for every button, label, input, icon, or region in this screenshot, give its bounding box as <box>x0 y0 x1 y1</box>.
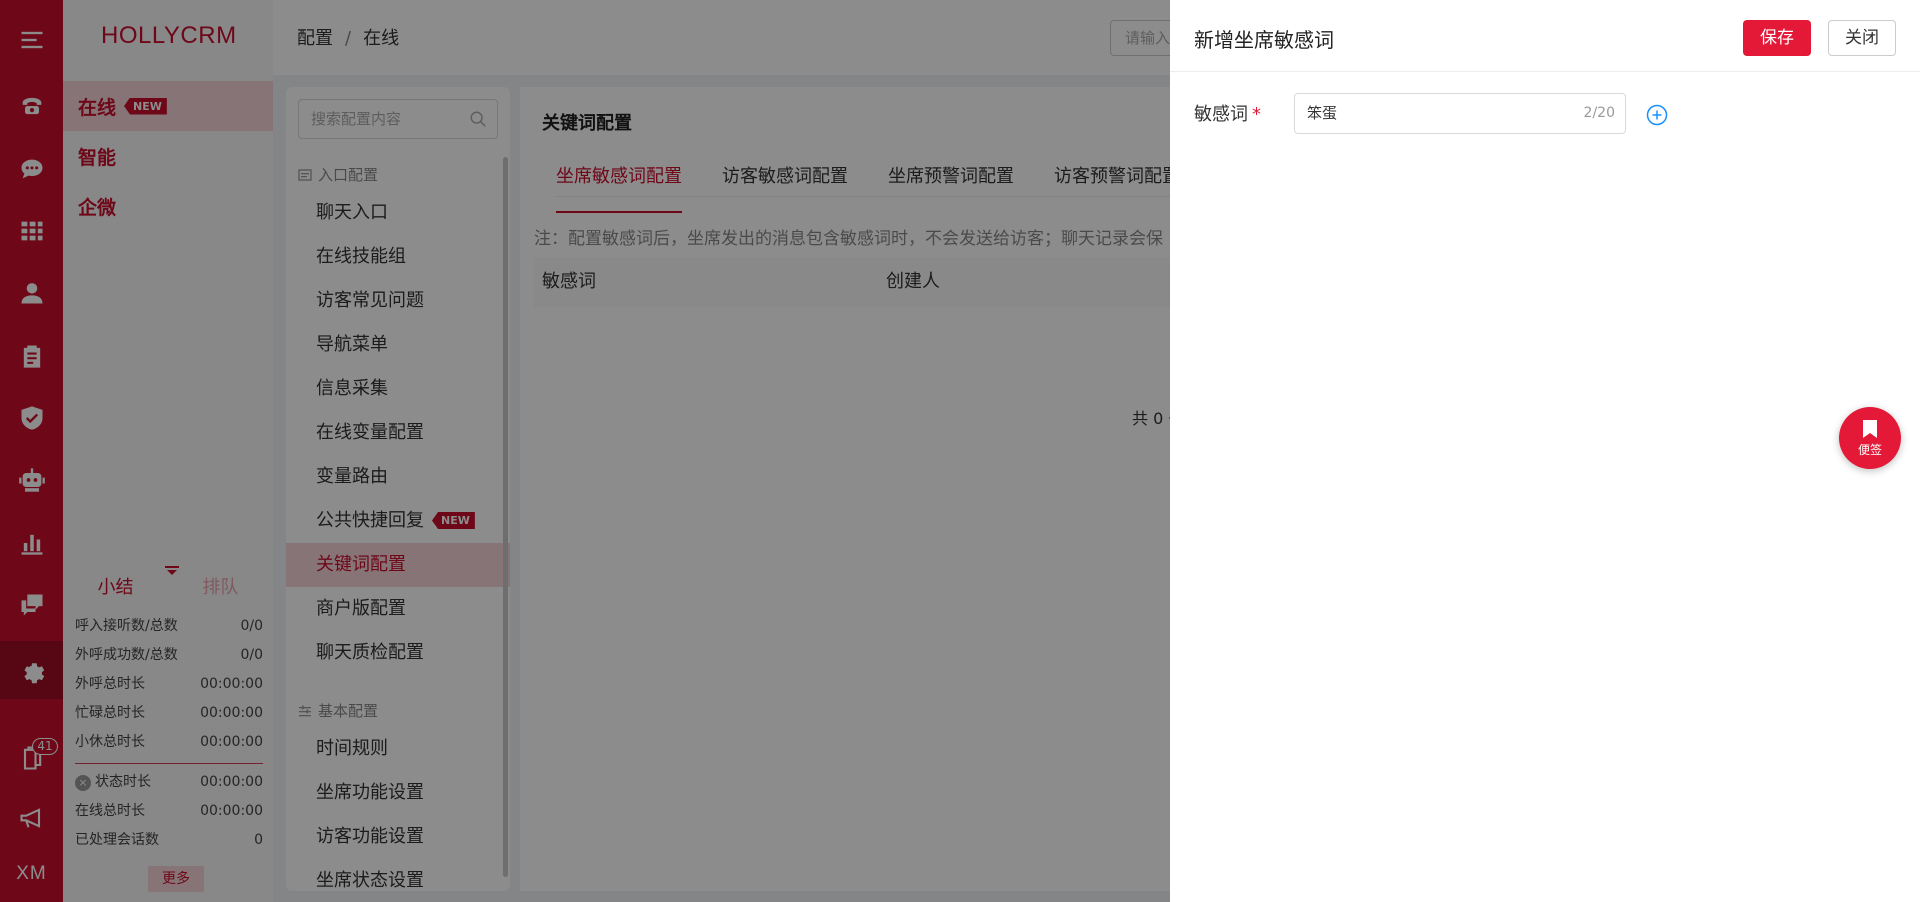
add-circle-icon[interactable] <box>1646 104 1668 126</box>
drawer-title: 新增坐席敏感词 <box>1194 28 1334 52</box>
add-sensitive-word-drawer: 新增坐席敏感词 保存 关闭 敏感词 * 笨蛋 2/20 <box>1170 0 1920 902</box>
required-mark: * <box>1252 104 1261 125</box>
sticky-note-button[interactable]: 便签 <box>1839 407 1901 469</box>
close-button[interactable]: 关闭 <box>1828 20 1896 56</box>
char-count: 2/20 <box>1583 105 1615 121</box>
save-button[interactable]: 保存 <box>1743 20 1811 56</box>
bookmark-icon <box>1863 419 1877 438</box>
sensitive-word-label: 敏感词 * <box>1194 104 1261 125</box>
drawer-header: 新增坐席敏感词 保存 关闭 <box>1170 0 1920 72</box>
sensitive-word-input[interactable]: 笨蛋 2/20 <box>1294 93 1626 134</box>
